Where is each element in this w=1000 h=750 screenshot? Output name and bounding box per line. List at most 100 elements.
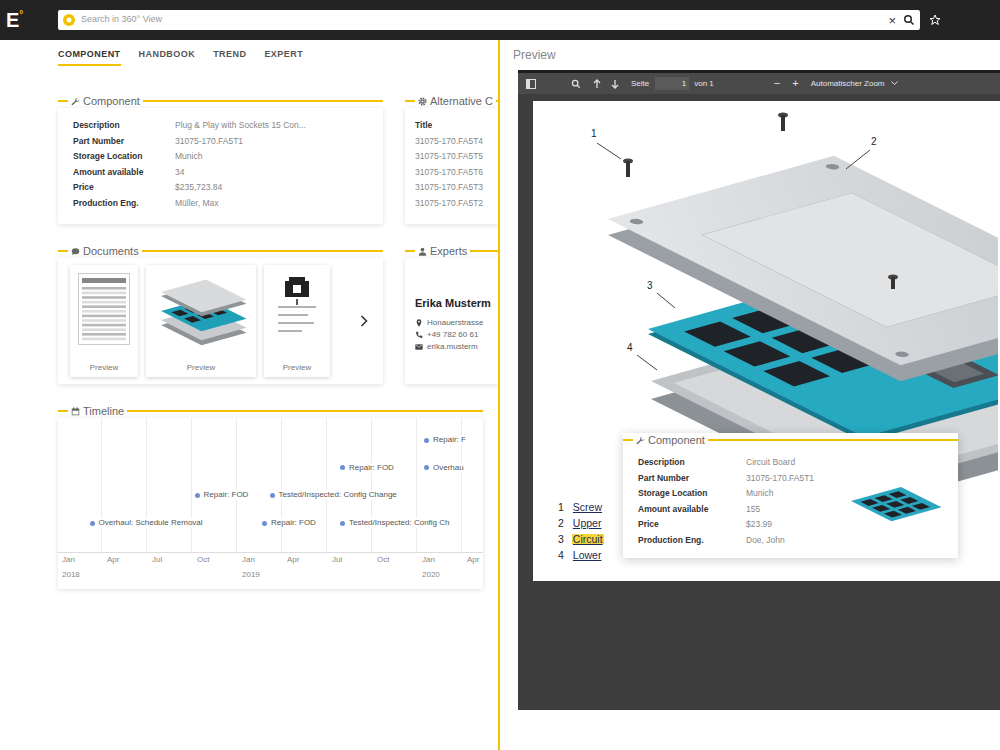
field-label: Amount available: [638, 502, 746, 518]
callout-number: 1: [591, 129, 597, 139]
event-dot: [195, 493, 200, 498]
field-value: 31075-170.FA5T1: [746, 471, 814, 487]
wrench-icon: [636, 436, 645, 445]
card-title: Experts: [430, 246, 467, 257]
field-label: Description: [73, 118, 175, 134]
alternative-row[interactable]: 31075-170.FA5T2: [415, 196, 490, 212]
preview-title: Preview: [500, 40, 1000, 70]
alternative-row[interactable]: 31075-170.FA5T5: [415, 149, 490, 165]
field-value: Plug & Play with Sockets 15 Con...: [175, 118, 368, 134]
alternative-row[interactable]: 31075-170.FA5T6: [415, 165, 490, 181]
timeline-event[interactable]: Overhaul: Schedule Removal: [90, 518, 204, 528]
clear-button[interactable]: ×: [887, 14, 897, 27]
page-input[interactable]: [655, 77, 689, 90]
wrench-icon: [71, 97, 80, 106]
timeline-event[interactable]: Tested/Inspected: Config Change: [270, 490, 398, 500]
logo-mark: °: [19, 10, 23, 20]
expert-name[interactable]: Erika Musterm: [415, 298, 490, 309]
timeline-event[interactable]: Overhau: [424, 463, 465, 473]
contact-text: Honauerstrasse: [427, 319, 483, 327]
timeline-event[interactable]: Repair: FOD: [195, 490, 250, 500]
field-value: 155: [746, 502, 814, 518]
alternatives-card: Alternative CTitle31075-170.FA5T431075-1…: [405, 94, 500, 224]
search-field[interactable]: ×: [58, 10, 920, 30]
zoom-select[interactable]: Automatischer Zoom: [811, 80, 898, 88]
contact-row: erika.musterm: [415, 343, 490, 351]
part-number: 4: [558, 550, 564, 561]
timeline-card: TimelineJanAprJulOctJanAprJulOctJanApr20…: [58, 404, 483, 589]
favorite-star-icon[interactable]: [929, 14, 941, 26]
card-title: Timeline: [83, 406, 124, 417]
part-link[interactable]: Upper: [572, 518, 603, 529]
event-label: Overhaul: Schedule Removal: [98, 518, 204, 528]
part-link[interactable]: Circuit: [572, 534, 604, 545]
timeline-event[interactable]: Repair: FOD: [340, 463, 395, 473]
part-row: 3Circuit: [558, 531, 604, 547]
timeline-event[interactable]: Repair: F: [424, 435, 467, 445]
page-label: Seite: [631, 80, 649, 88]
search-icon: [903, 14, 915, 26]
tab[interactable]: HANDBOOK: [139, 48, 196, 66]
field-list: DescriptionCircuit BoardPart Number31075…: [638, 455, 814, 548]
axis-month: Oct: [197, 556, 209, 564]
timeline-event[interactable]: Tested/Inspected: Config Ch: [340, 518, 451, 528]
tab[interactable]: EXPERT: [264, 48, 303, 66]
part-row: 2Upper: [558, 515, 604, 531]
part-link[interactable]: Screw: [572, 502, 603, 513]
sidebar-toggle-icon[interactable]: [526, 79, 536, 89]
field-label: Amount available: [73, 165, 175, 181]
event-label: Tested/Inspected: Config Ch: [348, 518, 451, 528]
search-input[interactable]: [81, 13, 881, 27]
document-thumbnail[interactable]: Preview: [70, 265, 138, 377]
field-value: 31075-170.FA5T1: [175, 134, 368, 150]
parts-list: 1 Screw 2Upper3Circuit 4 Lower: [558, 499, 604, 563]
field-label: Part Number: [638, 471, 746, 487]
event-dot: [424, 465, 429, 470]
alternative-row[interactable]: 31075-170.FA5T4: [415, 134, 490, 150]
part-link[interactable]: Lower: [572, 550, 603, 561]
tab[interactable]: COMPONENT: [58, 48, 121, 66]
timeline-card-body: JanAprJulOctJanAprJulOctJanApr2018201920…: [58, 418, 483, 589]
preview-link[interactable]: Preview: [90, 364, 118, 372]
card-title: Documents: [83, 246, 139, 257]
preview-link[interactable]: Preview: [283, 364, 311, 372]
find-icon[interactable]: [571, 79, 581, 89]
event-dot: [340, 465, 345, 470]
event-label: Repair: FOD: [270, 518, 317, 528]
component-popup-body: DescriptionCircuit BoardPart Number31075…: [623, 447, 958, 558]
field-value: Munich: [746, 486, 814, 502]
axis-month: Apr: [107, 556, 119, 564]
alternative-row[interactable]: 31075-170.FA5T3: [415, 180, 490, 196]
timeline-grid: [57, 418, 462, 552]
field-label: Price: [73, 180, 175, 196]
document-thumbnail[interactable]: Preview: [146, 265, 256, 377]
preview-link[interactable]: Preview: [187, 364, 215, 372]
zoom-value: Automatischer Zoom: [811, 80, 885, 88]
page-count: von 1: [694, 80, 714, 88]
field-label: Storage Location: [638, 486, 746, 502]
axis-month: Apr: [287, 556, 299, 564]
experts-card-body: Erika MustermHonauerstrasse+49 782 60 61…: [405, 258, 500, 384]
event-dot: [270, 493, 275, 498]
document-thumbnail[interactable]: Preview: [264, 265, 330, 377]
part-number: 1: [558, 502, 564, 513]
next-chevron-icon[interactable]: [360, 315, 368, 327]
pdf-canvas: 12341Screw2Upper3Circuit4LowerComponentD…: [518, 94, 1000, 710]
next-page-icon[interactable]: [611, 79, 619, 89]
component-card-body: DescriptionPlug & Play with Sockets 15 C…: [58, 108, 383, 224]
zoom-in-button[interactable]: +: [792, 78, 798, 89]
card-title: Component: [648, 435, 705, 446]
axis-year: 2018: [62, 571, 80, 579]
zoom-out-button[interactable]: −: [774, 78, 780, 89]
experts-card: ExpertsErika MustermHonauerstrasse+49 78…: [405, 244, 500, 384]
documents-card-body: Preview Preview Preview: [58, 258, 383, 384]
previous-page-icon[interactable]: [593, 79, 601, 89]
column-header: Title: [415, 118, 490, 134]
timeline-event[interactable]: Repair: FOD: [262, 518, 317, 528]
logo[interactable]: E°: [0, 10, 58, 30]
event-dot: [262, 521, 267, 526]
tab[interactable]: TREND: [213, 48, 246, 66]
axis-month: Jul: [332, 556, 342, 564]
dropdown-caret-icon: [891, 81, 898, 86]
axis-year: 2019: [242, 571, 260, 579]
